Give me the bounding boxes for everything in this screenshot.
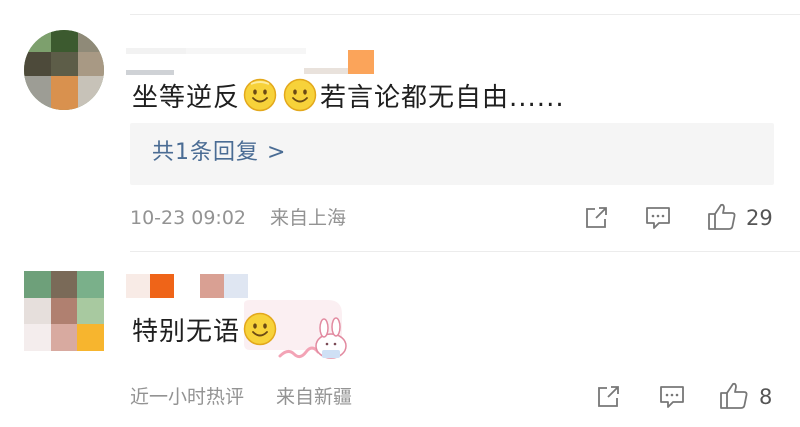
comment-text: 坐等逆反 若言论都无自由......	[132, 78, 565, 115]
avatar[interactable]	[24, 30, 104, 110]
username[interactable]	[126, 274, 256, 300]
comment-divider	[130, 251, 800, 252]
comment-timestamp: 10-23 09:02	[130, 207, 247, 229]
like-count: 8	[759, 385, 773, 409]
comment-text: 特别无语	[132, 312, 280, 349]
smile-emoji	[243, 78, 277, 112]
top-divider	[130, 14, 800, 15]
comment-icon[interactable]	[658, 383, 686, 411]
comment-timestamp: 近一小时热评	[130, 386, 245, 408]
view-replies-link[interactable]: 共1条回复 >	[152, 138, 286, 168]
comment-icon[interactable]	[644, 204, 672, 232]
comment-text-part: 若言论都无自由......	[320, 83, 565, 113]
smile-emoji	[283, 78, 317, 112]
thumbs-up-icon[interactable]	[718, 380, 750, 412]
avatar[interactable]	[24, 271, 104, 351]
username[interactable]	[126, 48, 376, 75]
comment-text-part: 坐等逆反	[132, 83, 241, 113]
comment-text-part: 特别无语	[132, 317, 241, 347]
replies-box[interactable]: 共1条回复 >	[130, 123, 774, 185]
comment-location: 来自新疆	[276, 386, 353, 408]
comment-location: 来自上海	[270, 207, 347, 229]
thumbs-up-icon[interactable]	[706, 201, 738, 233]
share-icon[interactable]	[594, 383, 622, 411]
like-count: 29	[746, 206, 773, 230]
smile-emoji	[243, 312, 277, 346]
share-icon[interactable]	[582, 204, 610, 232]
